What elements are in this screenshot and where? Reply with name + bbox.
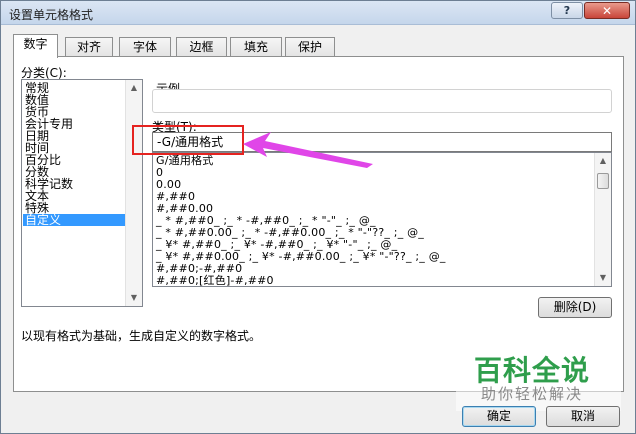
delete-button[interactable]: 删除(D) [538, 297, 612, 318]
category-scrollbar[interactable]: ▲ ▼ [125, 80, 142, 306]
question-mark-icon: ? [563, 4, 571, 17]
scroll-down-icon[interactable]: ▼ [595, 270, 611, 286]
hint-text: 以现有格式为基础，生成自定义的数字格式。 [21, 329, 262, 343]
scroll-down-icon[interactable]: ▼ [126, 290, 142, 306]
title-bar: 设置单元格格式 ? ✕ [1, 1, 635, 25]
category-item-custom[interactable]: 自定义 [23, 214, 126, 226]
scroll-thumb[interactable] [597, 173, 609, 189]
dialog-title: 设置单元格格式 [9, 8, 94, 22]
help-button[interactable]: ? [551, 2, 583, 19]
tab-protection[interactable]: 保护 [285, 37, 335, 57]
ok-button[interactable]: 确定 [462, 406, 536, 427]
sample-preview [152, 89, 612, 113]
tab-font[interactable]: 字体 [119, 37, 171, 57]
format-item[interactable]: G/通用格式 [156, 155, 213, 167]
cancel-button[interactable]: 取消 [546, 406, 620, 427]
category-list[interactable]: 常规 数值 货币 会计专用 日期 时间 百分比 分数 科学记数 文本 特殊 自定… [21, 79, 143, 307]
annotation-highlight-box [132, 125, 244, 155]
format-item[interactable]: #,##0;[红色]-#,##0 [156, 275, 274, 287]
scroll-up-icon[interactable]: ▲ [595, 153, 611, 169]
tab-fill[interactable]: 填充 [230, 37, 282, 57]
format-code-list[interactable]: G/通用格式 0 0.00 #,##0 #,##0.00 _ * #,##0_ … [152, 152, 612, 287]
format-cells-dialog: 设置单元格格式 ? ✕ 数字 对齐 字体 边框 填充 保护 分类(C): 常规 … [0, 0, 636, 434]
tab-number[interactable]: 数字 [13, 34, 58, 58]
close-button[interactable]: ✕ [584, 2, 630, 19]
annotation-arrow-icon [243, 132, 373, 168]
tab-alignment[interactable]: 对齐 [65, 37, 113, 57]
tab-border[interactable]: 边框 [176, 37, 227, 57]
close-icon: ✕ [601, 3, 613, 18]
format-list-scrollbar[interactable]: ▲ ▼ [594, 153, 611, 286]
scroll-up-icon[interactable]: ▲ [126, 80, 142, 96]
watermark-slogan: 助你轻松解决 [481, 385, 584, 403]
